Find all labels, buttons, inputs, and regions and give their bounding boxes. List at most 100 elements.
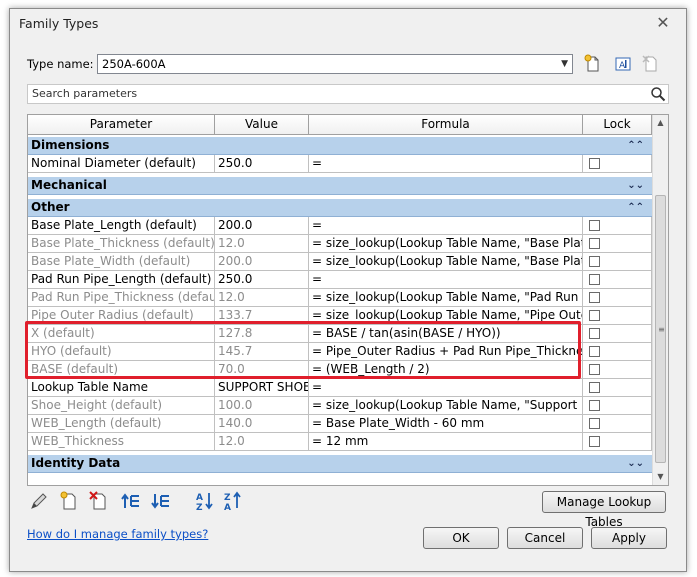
param-formula[interactable]: = size_lookup(Lookup Table Name, "Pad Ru… bbox=[309, 289, 583, 307]
lock-cell bbox=[583, 155, 652, 173]
dialog-title: Family Types bbox=[19, 16, 99, 31]
scroll-down-icon[interactable]: ▼ bbox=[653, 469, 668, 485]
svg-text:A: A bbox=[619, 61, 626, 71]
lock-checkbox[interactable] bbox=[589, 418, 600, 429]
param-value[interactable]: 12.0 bbox=[215, 433, 309, 451]
param-value[interactable]: 140.0 bbox=[215, 415, 309, 433]
table-row: WEB_Thickness 12.0 = 12 mm bbox=[28, 433, 652, 451]
collapse-chevron-icon[interactable]: ⌃⌃ bbox=[627, 137, 644, 154]
param-formula[interactable]: = bbox=[309, 271, 583, 289]
header-formula[interactable]: Formula bbox=[309, 115, 583, 135]
expand-chevron-icon[interactable]: ⌄⌄ bbox=[627, 177, 644, 194]
search-icon[interactable] bbox=[650, 86, 666, 102]
ok-button[interactable]: OK bbox=[423, 527, 499, 549]
param-name: Base Plate_Thickness (default) bbox=[28, 235, 215, 253]
grid-header: Parameter Value Formula Lock bbox=[28, 115, 652, 135]
lock-cell bbox=[583, 253, 652, 271]
manage-lookup-tables-button[interactable]: Manage Lookup Tables bbox=[542, 491, 666, 529]
new-type-icon[interactable] bbox=[583, 54, 603, 74]
param-name: Base Plate_Length (default) bbox=[28, 217, 215, 235]
param-formula[interactable]: = size_lookup(Lookup Table Name, "Base P… bbox=[309, 235, 583, 253]
move-parameter-down-icon[interactable] bbox=[150, 490, 172, 512]
lock-cell bbox=[583, 235, 652, 253]
param-formula[interactable]: = bbox=[309, 217, 583, 235]
lock-checkbox[interactable] bbox=[589, 274, 600, 285]
sort-descending-icon[interactable]: Z A bbox=[222, 490, 244, 512]
rename-type-icon[interactable]: A bbox=[613, 54, 633, 74]
header-value[interactable]: Value bbox=[215, 115, 309, 135]
scroll-up-icon[interactable]: ▲ bbox=[653, 115, 668, 131]
lock-cell bbox=[583, 217, 652, 235]
group-mechanical[interactable]: Mechanical ⌄⌄ bbox=[28, 177, 652, 195]
table-row: Pad Run Pipe_Thickness (default) 12.0 = si… bbox=[28, 289, 652, 307]
search-parameters-input[interactable]: Search parameters bbox=[27, 84, 669, 104]
svg-text:A: A bbox=[196, 493, 203, 503]
search-placeholder: Search parameters bbox=[32, 87, 138, 100]
param-name: Shoe_Height (default) bbox=[28, 397, 215, 415]
group-label: Other bbox=[31, 200, 70, 214]
lock-checkbox[interactable] bbox=[589, 292, 600, 303]
scrollbar-thumb[interactable]: ≡ bbox=[655, 195, 666, 463]
help-manage-family-types-link[interactable]: How do I manage family types? bbox=[27, 527, 208, 541]
lock-checkbox[interactable] bbox=[589, 158, 600, 169]
lock-cell bbox=[583, 271, 652, 289]
lock-cell bbox=[583, 379, 652, 397]
type-name-label: Type name: bbox=[27, 57, 94, 71]
svg-text:Z: Z bbox=[196, 503, 203, 512]
param-formula[interactable]: = bbox=[309, 379, 583, 397]
param-value[interactable]: 200.0 bbox=[215, 253, 309, 271]
param-name: Base Plate_Width (default) bbox=[28, 253, 215, 271]
header-parameter[interactable]: Parameter bbox=[28, 115, 215, 135]
delete-type-icon[interactable] bbox=[641, 54, 661, 74]
move-parameter-up-icon[interactable] bbox=[120, 490, 142, 512]
close-button[interactable]: ✕ bbox=[654, 15, 672, 31]
param-value[interactable]: 12.0 bbox=[215, 289, 309, 307]
group-identity-data[interactable]: Identity Data ⌄⌄ bbox=[28, 455, 652, 473]
lock-checkbox[interactable] bbox=[589, 364, 600, 375]
lock-checkbox[interactable] bbox=[589, 220, 600, 231]
sort-ascending-icon[interactable]: A Z bbox=[194, 490, 216, 512]
table-row: Pad Run Pipe_Length (default) 250.0 = bbox=[28, 271, 652, 289]
param-value[interactable]: 100.0 bbox=[215, 397, 309, 415]
lock-checkbox[interactable] bbox=[589, 256, 600, 267]
collapse-chevron-icon[interactable]: ⌃⌃ bbox=[627, 199, 644, 216]
param-name: Pad Run Pipe_Length (default) bbox=[28, 271, 215, 289]
group-label: Mechanical bbox=[31, 178, 107, 192]
highlight-annotation-box bbox=[25, 321, 581, 379]
lock-cell bbox=[583, 307, 652, 325]
param-formula[interactable]: = size_lookup(Lookup Table Name, "Base P… bbox=[309, 253, 583, 271]
lock-cell bbox=[583, 397, 652, 415]
param-value[interactable]: 200.0 bbox=[215, 217, 309, 235]
lock-checkbox[interactable] bbox=[589, 328, 600, 339]
param-value[interactable]: SUPPORT SHOE bbox=[215, 379, 309, 397]
apply-button[interactable]: Apply bbox=[591, 527, 667, 549]
lock-checkbox[interactable] bbox=[589, 346, 600, 357]
new-parameter-icon[interactable] bbox=[58, 490, 80, 512]
lock-checkbox[interactable] bbox=[589, 238, 600, 249]
param-formula[interactable]: = size_lookup(Lookup Table Name, "Suppor… bbox=[309, 397, 583, 415]
param-formula[interactable]: = Base Plate_Width - 60 mm bbox=[309, 415, 583, 433]
lock-checkbox[interactable] bbox=[589, 382, 600, 393]
header-lock[interactable]: Lock bbox=[583, 115, 652, 135]
table-row: WEB_Length (default) 140.0 = Base Plate_Wi… bbox=[28, 415, 652, 433]
param-value[interactable]: 250.0 bbox=[215, 271, 309, 289]
lock-cell bbox=[583, 361, 652, 379]
cancel-button[interactable]: Cancel bbox=[507, 527, 583, 549]
lock-checkbox[interactable] bbox=[589, 400, 600, 411]
parameters-grid: Parameter Value Formula Lock Dimensions … bbox=[27, 114, 669, 486]
param-formula[interactable]: = bbox=[309, 155, 583, 173]
param-name: Lookup Table Name bbox=[28, 379, 215, 397]
expand-chevron-icon[interactable]: ⌄⌄ bbox=[627, 455, 644, 472]
param-formula[interactable]: = 12 mm bbox=[309, 433, 583, 451]
lock-checkbox[interactable] bbox=[589, 310, 600, 321]
lock-checkbox[interactable] bbox=[589, 436, 600, 447]
edit-parameter-icon[interactable] bbox=[28, 490, 50, 512]
group-dimensions[interactable]: Dimensions ⌃⌃ bbox=[28, 137, 652, 155]
svg-text:A: A bbox=[224, 503, 231, 512]
grid-vertical-scrollbar[interactable]: ▲ ≡ ▼ bbox=[652, 115, 668, 485]
param-value[interactable]: 12.0 bbox=[215, 235, 309, 253]
param-value[interactable]: 250.0 bbox=[215, 155, 309, 173]
type-name-dropdown[interactable]: 250A-600A ▼ bbox=[97, 54, 573, 74]
group-other[interactable]: Other ⌃⌃ bbox=[28, 199, 652, 217]
delete-parameter-icon[interactable] bbox=[88, 490, 110, 512]
